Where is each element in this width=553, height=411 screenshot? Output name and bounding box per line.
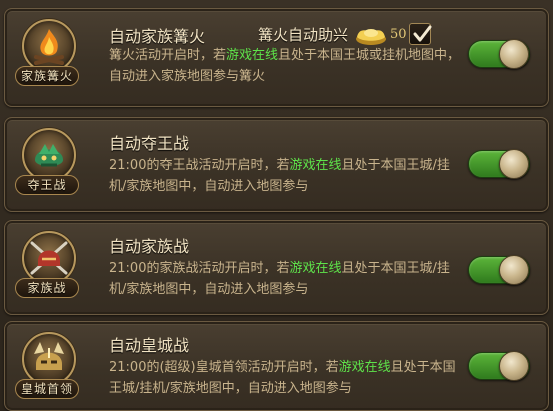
toggle-knob <box>499 255 529 285</box>
toggle-knob <box>499 39 529 69</box>
auto-bonfire-toggle[interactable] <box>468 39 530 69</box>
activity-description: 21:00的家族战活动开启时，若游戏在线且处于本国王城/挂机/家族地图中，自动进… <box>109 261 450 297</box>
activity-description: 21:00的夺王战活动开启时，若游戏在线且处于本国王城/挂机/家族地图中，自动进… <box>109 158 450 194</box>
online-highlight: 游戏在线 <box>338 360 391 375</box>
toggle-knob <box>499 149 529 179</box>
auto-cheer-option: 篝火自动助兴 50 <box>258 21 432 47</box>
dragon-helmet-icon <box>22 128 76 182</box>
gold-ingot-icon <box>356 29 387 45</box>
auto-royal-city-war-toggle[interactable] <box>468 351 530 381</box>
online-highlight: 游戏在线 <box>289 158 342 173</box>
activity-emblem: 家族战 <box>15 231 79 305</box>
emblem-label: 家族篝火 <box>15 66 79 86</box>
emblem-label: 夺王战 <box>15 175 79 195</box>
activity-description: 篝火活动开启时，若游戏在线且处于本国王城或挂机地图中，自动进入家族地图参与篝火 <box>109 48 461 84</box>
activity-card-clan-war: 家族战 自动家族战 21:00的家族战活动开启时，若游戏在线且处于本国王城/挂机… <box>4 220 549 315</box>
auto-cheer-cost: 50 <box>390 26 407 42</box>
activity-title: 自动家族战 <box>109 237 190 256</box>
auto-activity-panel: 家族篝火 自动家族篝火 篝火自动助兴 50 篝火活动开启时，若游戏在线且处于本国… <box>0 0 553 411</box>
crossed-swords-helmet-icon <box>22 231 76 285</box>
online-highlight: 游戏在线 <box>289 261 342 276</box>
auto-clan-war-toggle[interactable] <box>468 255 530 285</box>
checkmark-icon <box>413 25 432 42</box>
auto-king-war-toggle[interactable] <box>468 149 530 179</box>
activity-card-king-war: 夺王战 自动夺王战 21:00的夺王战活动开启时，若游戏在线且处于本国王城/挂机… <box>4 117 549 212</box>
activity-card-bonfire: 家族篝火 自动家族篝火 篝火自动助兴 50 篝火活动开启时，若游戏在线且处于本国… <box>4 8 549 107</box>
activity-title: 自动皇城战 <box>109 336 190 355</box>
activity-emblem: 皇城首领 <box>15 332 79 406</box>
activity-title: 自动家族篝火 <box>109 27 206 46</box>
online-highlight: 游戏在线 <box>226 48 279 63</box>
activity-title: 自动夺王战 <box>109 134 190 153</box>
activity-card-royal-city-war: 皇城首领 自动皇城战 21:00的(超级)皇城首领活动开启时，若游戏在线且处于本… <box>4 321 549 411</box>
auto-cheer-label: 篝火自动助兴 <box>258 25 349 44</box>
auto-cheer-checkbox[interactable] <box>408 23 432 45</box>
toggle-knob <box>499 351 529 381</box>
activity-description: 21:00的(超级)皇城首领活动开启时，若游戏在线且处于本国王城/挂机/家族地图… <box>109 360 456 396</box>
boss-helmet-icon <box>22 332 76 386</box>
activity-emblem: 家族篝火 <box>15 19 79 93</box>
emblem-label: 家族战 <box>15 278 79 298</box>
emblem-label: 皇城首领 <box>15 379 79 399</box>
activity-emblem: 夺王战 <box>15 128 79 202</box>
bonfire-icon <box>22 19 76 73</box>
